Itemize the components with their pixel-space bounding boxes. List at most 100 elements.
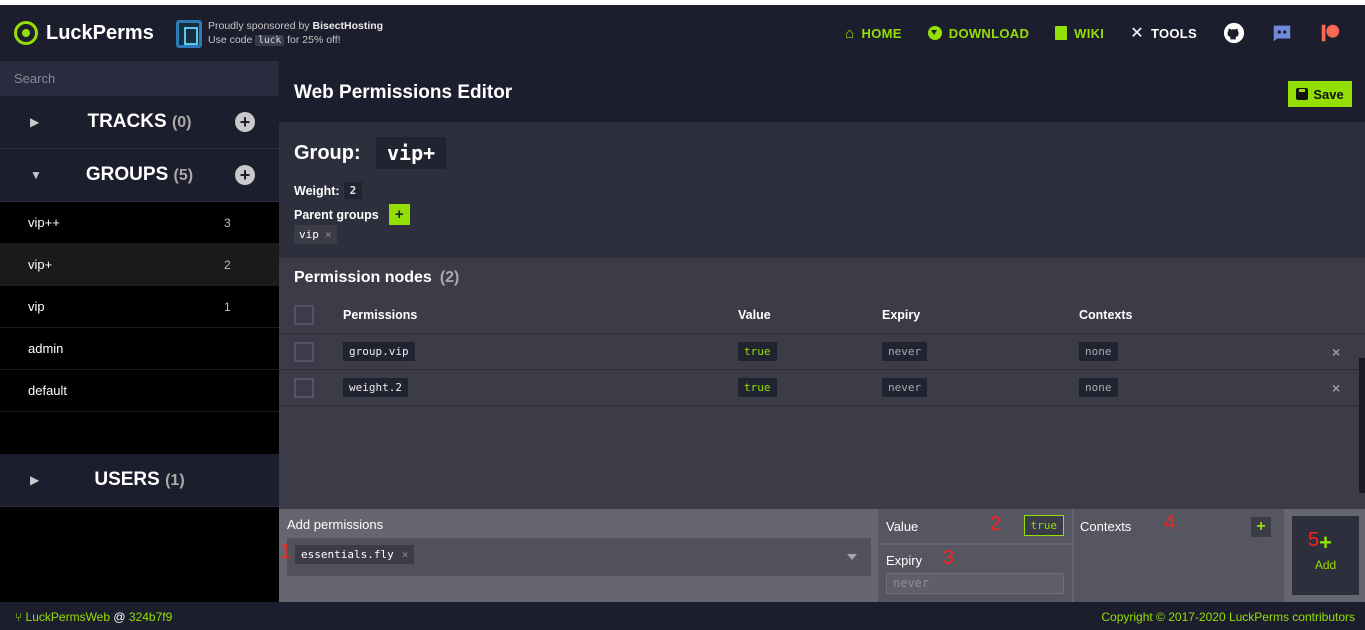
contexts-label: Contexts: [1080, 519, 1132, 534]
delete-row-icon[interactable]: ×: [1332, 344, 1340, 360]
group-item-weight: 2: [224, 257, 231, 272]
book-icon: [1055, 26, 1068, 40]
sidebar-group-item[interactable]: default: [0, 370, 279, 412]
version-info[interactable]: ⑂ LuckPermsWeb @ 324b7f9: [15, 610, 172, 624]
sponsor-code-suffix: for 25% off!: [284, 34, 341, 46]
parent-group-chip: vip ×: [294, 225, 337, 244]
sidebar-group-item[interactable]: admin: [0, 328, 279, 370]
sponsor-banner[interactable]: Proudly sponsored by BisectHosting Use c…: [176, 19, 383, 48]
group-item-name: vip: [28, 299, 45, 314]
select-all-checkbox[interactable]: [294, 305, 314, 325]
weight-label: Weight:: [294, 183, 340, 198]
copyright[interactable]: Copyright © 2017-2020 LuckPerms contribu…: [1101, 610, 1355, 624]
value-cell[interactable]: true: [738, 378, 777, 397]
caret-down-icon: ▼: [30, 168, 42, 182]
sidebar-section-users[interactable]: ▶ USERS (1): [0, 454, 279, 507]
permission-nodes-title: Permission nodes (2): [294, 269, 459, 287]
add-track-icon[interactable]: +: [235, 112, 255, 132]
annotation-number: 3: [943, 547, 955, 569]
add-permission-panel: Add permissions essentials.fly × Value t…: [279, 509, 1365, 602]
header-contexts[interactable]: Contexts: [1079, 308, 1132, 322]
sidebar: Search ▶ TRACKS (0) + ▼ GROUPS (5) + vip…: [0, 61, 279, 602]
sponsor-code-prefix: Use code: [208, 34, 256, 46]
users-label: USERS: [94, 469, 160, 490]
value-expiry-section: Value true Expiry never: [878, 509, 1072, 602]
sponsor-brand: BisectHosting: [312, 20, 384, 32]
value-label: Value: [886, 519, 919, 534]
nav-download[interactable]: DOWNLOAD: [927, 26, 1029, 41]
tools-icon: ✕: [1130, 25, 1144, 42]
sidebar-section-groups[interactable]: ▼ GROUPS (5) +: [0, 149, 279, 202]
scrollbar[interactable]: [1359, 358, 1365, 493]
group-item-name: default: [28, 383, 68, 398]
nav-home-label: HOME: [861, 25, 902, 41]
patreon-icon[interactable]: [1319, 22, 1341, 44]
nav-home[interactable]: ⌂ HOME: [845, 25, 902, 42]
permission-cell[interactable]: weight.2: [343, 378, 408, 397]
weight-row: Weight: 2: [294, 182, 363, 199]
save-button[interactable]: Save: [1288, 81, 1352, 107]
annotation-number: 5: [1308, 529, 1320, 551]
discord-icon[interactable]: [1271, 22, 1293, 44]
add-permissions-label: Add permissions: [287, 517, 384, 532]
sidebar-section-tracks[interactable]: ▶ TRACKS (0) +: [0, 96, 279, 149]
expiry-box: Expiry never: [878, 545, 1072, 602]
save-icon: [1296, 88, 1309, 100]
permission-tag-text: essentials.fly: [301, 548, 394, 561]
chevron-down-icon[interactable]: [847, 554, 857, 565]
expiry-cell[interactable]: never: [882, 378, 928, 397]
luckperms-logo-icon: [14, 21, 38, 45]
value-cell[interactable]: true: [738, 342, 777, 361]
tracks-label: TRACKS: [87, 111, 167, 132]
header-permissions[interactable]: Permissions: [343, 308, 417, 322]
header-expiry[interactable]: Expiry: [882, 308, 920, 322]
contexts-cell[interactable]: none: [1079, 342, 1118, 361]
add-parent-button[interactable]: +: [388, 204, 410, 225]
contexts-cell[interactable]: none: [1079, 378, 1118, 397]
commit-hash[interactable]: 324b7f9: [129, 610, 172, 624]
group-item-name: vip++: [28, 215, 60, 230]
add-button[interactable]: + Add: [1292, 516, 1359, 595]
plus-icon: +: [1319, 530, 1332, 555]
nav-tools-label: TOOLS: [1150, 25, 1197, 41]
group-item-weight: 1: [224, 299, 231, 314]
permission-cell[interactable]: group.vip: [343, 342, 415, 361]
remove-tag-icon[interactable]: ×: [402, 548, 409, 561]
add-group-icon[interactable]: +: [235, 165, 255, 185]
bisecthosting-logo-icon: [176, 19, 202, 48]
nav-tools[interactable]: ✕ TOOLS: [1130, 23, 1197, 43]
sidebar-group-item[interactable]: vip 1: [0, 286, 279, 328]
expiry-input[interactable]: never: [886, 573, 1064, 594]
annotation-number: 2: [990, 513, 1002, 535]
value-toggle[interactable]: true: [1023, 515, 1064, 536]
row-checkbox[interactable]: [294, 341, 314, 362]
header-value[interactable]: Value: [738, 308, 771, 322]
permission-select-input[interactable]: essentials.fly ×: [287, 538, 871, 576]
save-label: Save: [1313, 86, 1344, 102]
search-input[interactable]: Search: [0, 61, 279, 96]
footer: ⑂ LuckPermsWeb @ 324b7f9 Copyright © 201…: [0, 602, 1365, 630]
group-item-name: vip+: [28, 257, 53, 272]
permission-table: Permissions Value Expiry Contexts group.…: [279, 297, 1365, 406]
remove-parent-icon[interactable]: ×: [325, 228, 332, 241]
expiry-cell[interactable]: never: [882, 342, 928, 361]
app-name: LuckPermsWeb: [25, 610, 111, 624]
expiry-label: Expiry: [886, 553, 923, 568]
sidebar-group-item-active[interactable]: vip+ 2: [0, 244, 279, 286]
group-info: Group: vip+ Weight: 2 Parent groups + vi…: [279, 122, 1365, 258]
github-icon[interactable]: [1223, 22, 1245, 44]
sidebar-group-item[interactable]: vip++ 3: [0, 202, 279, 244]
nav-wiki[interactable]: WIKI: [1055, 26, 1104, 41]
top-nav-bar: LuckPerms Proudly sponsored by BisectHos…: [0, 5, 1365, 61]
row-checkbox[interactable]: [294, 377, 314, 398]
brand-logo[interactable]: LuckPerms: [14, 21, 154, 45]
weight-value[interactable]: 2: [343, 182, 363, 199]
nodes-count: (2): [439, 269, 460, 286]
value-box: Value true: [878, 509, 1072, 543]
group-label: Group:: [294, 142, 361, 164]
delete-row-icon[interactable]: ×: [1332, 380, 1340, 396]
nav-wiki-label: WIKI: [1074, 25, 1105, 41]
main-editor: Web Permissions Editor Save Group: vip+ …: [279, 61, 1365, 509]
editor-header: Web Permissions Editor Save: [279, 61, 1365, 122]
add-context-button[interactable]: +: [1251, 517, 1271, 537]
